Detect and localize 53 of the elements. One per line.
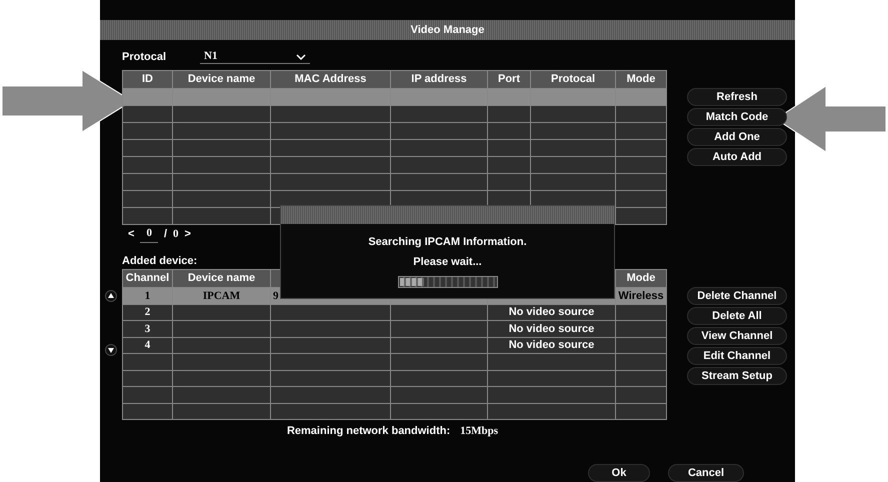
page-number-field[interactable]: 0 (140, 225, 158, 243)
action-button[interactable]: Refresh (687, 88, 787, 106)
column-header: Channel (123, 270, 173, 287)
action-button[interactable]: Stream Setup (687, 367, 787, 385)
column-header: Mode (616, 270, 666, 287)
section-label: Added device: (122, 254, 198, 270)
table-cell-text: IPCAM (202, 288, 240, 304)
table-cell-text: No video source (508, 305, 594, 320)
table-row[interactable] (123, 173, 666, 190)
protocol-label: Protocal (122, 50, 166, 65)
table-cell-text: 2 (144, 305, 150, 320)
window-title: Video Manage (410, 22, 484, 38)
table-row[interactable] (123, 402, 666, 419)
column-header: Device name (173, 270, 271, 287)
action-button[interactable]: View Channel (687, 327, 787, 345)
next-page-button[interactable]: > (184, 226, 191, 242)
table-row[interactable] (123, 122, 666, 139)
dialog-message: Please wait... (413, 254, 482, 270)
table-cell-text: 1 (144, 288, 150, 304)
table-cell-text: No video source (508, 338, 594, 353)
table-cell-text: Wireless (618, 288, 664, 304)
action-button[interactable]: Delete Channel (687, 287, 787, 305)
dialog-message: Searching IPCAM Information. (368, 235, 527, 250)
protocol-dropdown[interactable]: N1 (200, 50, 310, 64)
scroll-up-icon[interactable] (105, 289, 117, 303)
table-row[interactable]: 4 No video source (123, 336, 666, 353)
table-cell-text: 3 (144, 322, 150, 336)
table-row[interactable] (123, 156, 666, 173)
page-total: 0 (173, 226, 178, 242)
table-cell-text: No video source (508, 322, 594, 336)
table-cell-text: 4 (144, 338, 150, 353)
action-button[interactable]: Match Code (687, 108, 787, 126)
chevron-down-icon (296, 54, 306, 60)
table-row[interactable]: 2 No video source (123, 304, 666, 320)
action-button[interactable]: Add One (687, 128, 787, 146)
action-button[interactable]: Delete All (687, 307, 787, 325)
action-button[interactable]: Ok (588, 464, 650, 482)
table-row[interactable] (123, 386, 666, 402)
table-row[interactable] (123, 370, 666, 386)
table-row[interactable]: 3 No video source (123, 320, 666, 336)
action-button[interactable]: Auto Add (687, 148, 787, 166)
action-button[interactable]: Edit Channel (687, 347, 787, 365)
table-row[interactable] (123, 353, 666, 370)
table-row[interactable] (123, 139, 666, 156)
bandwidth-value: 15Mbps (460, 424, 498, 439)
action-button[interactable]: Cancel (668, 464, 744, 482)
bandwidth-label: Remaining network bandwidth: (286, 424, 450, 439)
table-row[interactable] (123, 105, 666, 122)
previous-page-button[interactable]: < (128, 226, 134, 242)
table-cell-text: 9 (273, 288, 278, 304)
column-header: Mode (626, 72, 656, 88)
page-separator: / (164, 226, 167, 242)
scroll-down-icon[interactable] (105, 343, 117, 357)
